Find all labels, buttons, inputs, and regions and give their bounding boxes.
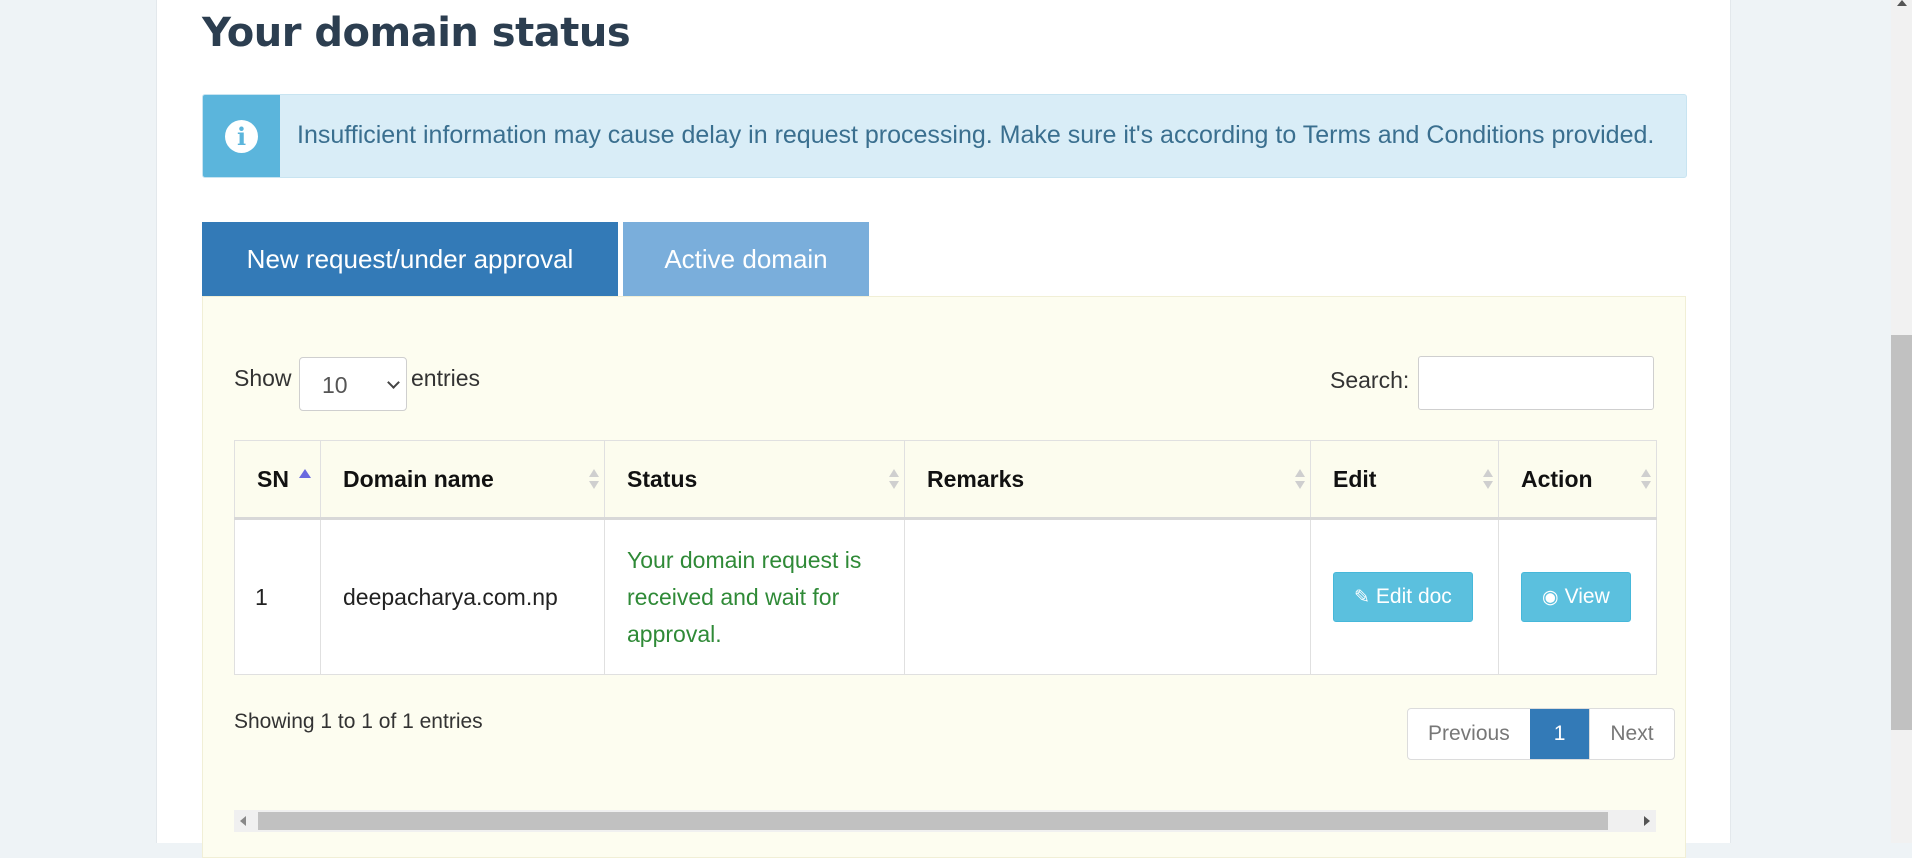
page-title: Your domain status [202, 10, 631, 56]
scroll-up-icon[interactable] [1897, 0, 1907, 6]
previous-button[interactable]: Previous [1408, 709, 1530, 759]
column-header-sn[interactable]: SN [234, 440, 321, 520]
info-alert: i Insufficient information may cause del… [202, 94, 1687, 178]
alert-text: Insufficient information may cause delay… [297, 121, 1655, 149]
cell-domain: deepacharya.com.np [320, 518, 605, 675]
alert-icon-box: i [203, 95, 280, 177]
column-header-label: SN [257, 465, 289, 492]
sort-icon [1483, 469, 1493, 491]
table-row: 1 deepacharya.com.np Your domain request… [234, 518, 1657, 675]
column-header-label: Action [1521, 465, 1593, 492]
entries-select-value: 10 [322, 372, 348, 398]
scrollbar-thumb[interactable] [258, 812, 1608, 830]
view-button[interactable]: ◉ View [1521, 572, 1631, 622]
column-header-label: Domain name [343, 465, 494, 492]
cell-remarks [904, 518, 1311, 675]
sort-asc-icon [299, 469, 311, 478]
show-label: Show [234, 365, 292, 391]
column-header-label: Edit [1333, 465, 1377, 492]
cell-status: Your domain request is received and wait… [604, 518, 905, 675]
edit-doc-label: Edit doc [1375, 585, 1452, 608]
tab-panel: Show 10 entries Search: SN Domain name S… [202, 296, 1686, 858]
sort-icon [1641, 469, 1651, 491]
sort-icon [589, 469, 599, 491]
search-label: Search: [1330, 367, 1410, 393]
column-header-action[interactable]: Action [1498, 440, 1657, 520]
table-info: Showing 1 to 1 of 1 entries [234, 710, 483, 733]
chevron-down-icon [387, 376, 400, 389]
edit-icon: ✎ [1354, 587, 1370, 608]
edit-doc-button[interactable]: ✎ Edit doc [1333, 572, 1473, 622]
scroll-right-icon[interactable] [1644, 816, 1650, 826]
table-header-row: SN Domain name Status Remarks Edit Actio… [234, 440, 1657, 520]
eye-icon: ◉ [1542, 587, 1559, 608]
domain-table: SN Domain name Status Remarks Edit Actio… [234, 440, 1657, 675]
info-icon: i [225, 120, 258, 153]
column-header-domain-name[interactable]: Domain name [320, 440, 605, 520]
scroll-left-icon[interactable] [240, 816, 246, 826]
tab-new-request[interactable]: New request/under approval [202, 222, 618, 296]
tab-active-domain[interactable]: Active domain [623, 222, 869, 296]
page-1-button[interactable]: 1 [1529, 709, 1590, 759]
column-header-label: Status [627, 465, 698, 492]
entries-label: entries [411, 365, 481, 391]
column-header-edit[interactable]: Edit [1310, 440, 1499, 520]
view-label: View [1564, 585, 1610, 608]
search-input[interactable] [1418, 356, 1654, 410]
pagination: Previous 1 Next [1407, 708, 1675, 760]
sort-icon [1295, 469, 1305, 491]
vertical-scrollbar[interactable] [1891, 0, 1912, 843]
horizontal-scrollbar[interactable] [234, 810, 1656, 832]
next-button[interactable]: Next [1589, 709, 1673, 759]
cell-action: ◉ View [1498, 518, 1657, 675]
cell-edit: ✎ Edit doc [1310, 518, 1499, 675]
cell-sn: 1 [234, 518, 321, 675]
sort-icon [889, 469, 899, 491]
domain-status-card: Your domain status i Insufficient inform… [156, 0, 1731, 858]
column-header-status[interactable]: Status [604, 440, 905, 520]
entries-select[interactable]: 10 [299, 357, 407, 411]
column-header-remarks[interactable]: Remarks [904, 440, 1311, 520]
scrollbar-thumb[interactable] [1891, 335, 1912, 730]
status-text: Your domain request is received and wait… [627, 546, 862, 647]
column-header-label: Remarks [927, 465, 1025, 492]
